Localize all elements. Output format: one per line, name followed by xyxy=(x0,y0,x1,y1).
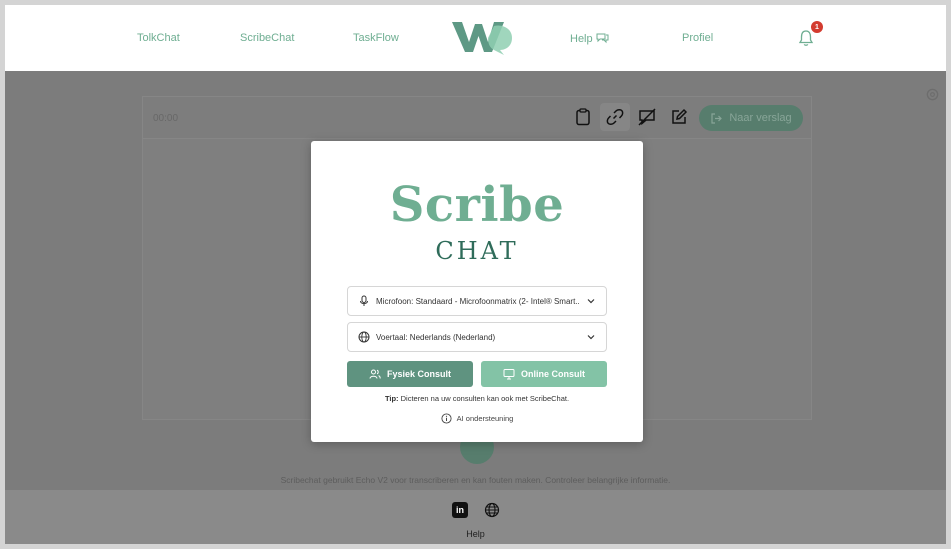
nav-profiel[interactable]: Profiel xyxy=(682,32,713,44)
globe-icon[interactable] xyxy=(484,502,500,518)
gear-icon[interactable] xyxy=(925,87,940,102)
nav-scribechat[interactable]: ScribeChat xyxy=(240,32,294,44)
app-window: TolkChat ScribeChat TaskFlow Help Profie… xyxy=(0,0,951,549)
tip-label: Tip: xyxy=(384,394,399,403)
nav-taskflow[interactable]: TaskFlow xyxy=(353,32,399,44)
nav-help-label: Help xyxy=(570,32,593,45)
online-consult-label: Online Consult xyxy=(521,369,585,379)
notification-badge: 1 xyxy=(811,21,823,33)
fysiek-consult-button[interactable]: Fysiek Consult xyxy=(347,361,473,387)
monitor-icon xyxy=(503,369,515,380)
clipboard-icon[interactable] xyxy=(573,107,593,127)
footer-help-link[interactable]: Help xyxy=(5,529,946,539)
edit-icon[interactable] xyxy=(669,107,689,127)
link-icon[interactable] xyxy=(605,107,625,127)
linkedin-icon[interactable]: in xyxy=(452,502,468,518)
globe-icon xyxy=(358,331,370,343)
brand-title: Scribe xyxy=(389,177,565,233)
logo-icon[interactable] xyxy=(450,18,516,56)
brand-subtitle: CHAT xyxy=(435,237,519,265)
language-select-value: Voertaal: Nederlands (Nederland) xyxy=(376,332,496,342)
chat-off-icon[interactable] xyxy=(637,107,657,127)
naar-verslag-button[interactable]: Naar verslag xyxy=(699,105,803,131)
nav-tolkchat[interactable]: TolkChat xyxy=(137,32,180,44)
start-consult-modal: Scribe CHAT Microfoon: Standaard - Micro… xyxy=(311,141,643,442)
recording-timer: 00:00 xyxy=(153,113,179,124)
footer xyxy=(5,490,946,544)
microphone-select[interactable]: Microfoon: Standaard - Microfoonmatrix (… xyxy=(347,286,607,316)
ai-support-label: AI ondersteuning xyxy=(456,414,514,423)
help-chat-icon xyxy=(596,33,609,44)
exit-icon xyxy=(711,112,723,124)
tip-text: Tip: Dicteren na uw consulten kan ook me… xyxy=(311,394,643,403)
users-icon xyxy=(369,369,381,379)
editor-toolbar: 00:00 Naar verslag xyxy=(143,97,811,139)
naar-verslag-label: Naar verslag xyxy=(729,112,792,124)
disclaimer-text: Scribechat gebruikt Echo V2 voor transcr… xyxy=(280,475,671,485)
nav-help[interactable]: Help xyxy=(570,32,610,45)
microphone-icon xyxy=(360,295,368,306)
language-select[interactable]: Voertaal: Nederlands (Nederland) xyxy=(347,322,607,352)
bell-icon[interactable] xyxy=(798,29,814,47)
top-navigation: TolkChat ScribeChat TaskFlow Help Profie… xyxy=(5,5,946,71)
online-consult-button[interactable]: Online Consult xyxy=(481,361,607,387)
chevron-down-icon xyxy=(587,335,595,340)
info-icon xyxy=(441,413,452,424)
chevron-down-icon xyxy=(587,299,595,304)
tip-body: Dicteren na uw consulten kan ook met Scr… xyxy=(398,394,570,403)
ai-support-link[interactable]: AI ondersteuning xyxy=(311,413,643,424)
microphone-select-value: Microfoon: Standaard - Microfoonmatrix (… xyxy=(376,296,580,306)
fysiek-consult-label: Fysiek Consult xyxy=(386,369,451,379)
